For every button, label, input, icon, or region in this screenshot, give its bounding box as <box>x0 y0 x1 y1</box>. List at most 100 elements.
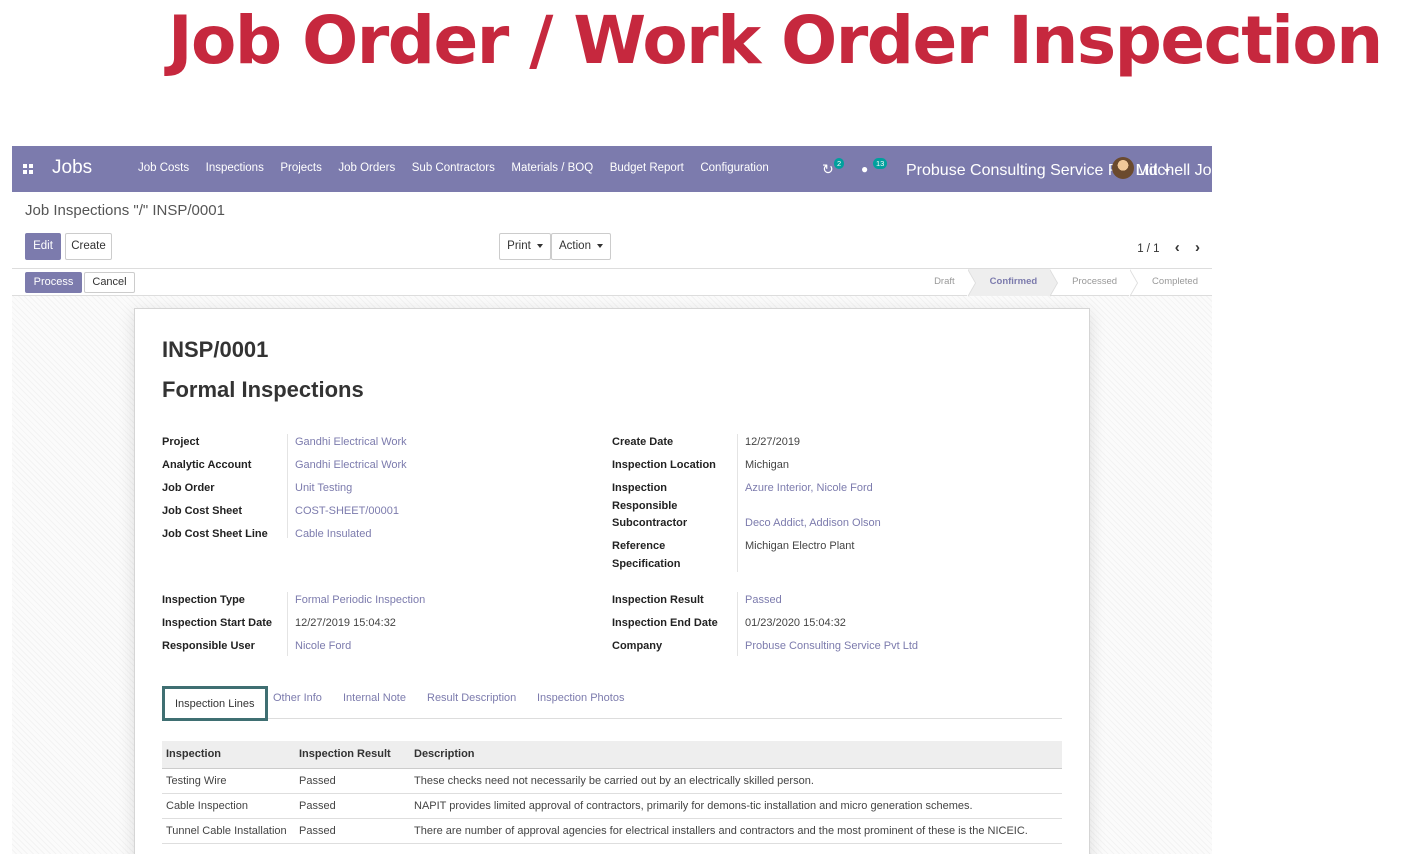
reference-specification-value[interactable]: Michigan Electro Plant <box>745 540 854 552</box>
field-divider <box>287 434 288 538</box>
hero-title: Job Order / Work Order Inspection <box>168 2 1383 79</box>
field-divider <box>287 592 288 656</box>
stage-draft[interactable]: Draft <box>912 269 976 297</box>
field-divider <box>737 592 738 656</box>
process-button[interactable]: Process <box>25 272 82 293</box>
table-header-row: Inspection Inspection Result Description <box>162 741 1062 769</box>
inspection-location-value[interactable]: Michigan <box>745 459 789 471</box>
inspection-responsible-label-1: Inspection <box>612 482 668 494</box>
inspection-type-label: Inspection Type <box>162 594 245 606</box>
top-navbar: Jobs Job Costs Inspections Projects Job … <box>12 146 1212 192</box>
menu-sub-contractors[interactable]: Sub Contractors <box>412 162 495 174</box>
stage-confirmed[interactable]: Confirmed <box>967 269 1059 297</box>
activity-badge: 2 <box>834 158 845 169</box>
subcontractor-value[interactable]: Deco Addict, Addison Olson <box>745 517 881 529</box>
activity-clock-icon: ↻ <box>822 161 834 177</box>
cell-description: NAPIT provides limited approval of contr… <box>410 793 1062 819</box>
job-cost-sheet-line-value[interactable]: Cable Insulated <box>295 528 371 540</box>
table-row[interactable]: Tunnel Cable Installation Passed There a… <box>162 818 1062 844</box>
inspection-end-date-label: Inspection End Date <box>612 617 718 629</box>
record-subtitle: Formal Inspections <box>162 377 364 402</box>
field-divider <box>737 434 738 572</box>
print-dropdown[interactable]: Print <box>499 233 551 260</box>
inspection-start-date-label: Inspection Start Date <box>162 617 273 629</box>
menu-job-orders[interactable]: Job Orders <box>338 162 395 174</box>
action-dropdown[interactable]: Action <box>551 233 611 260</box>
job-order-label: Job Order <box>162 482 215 494</box>
apps-menu-icon[interactable] <box>23 164 33 174</box>
analytic-account-label: Analytic Account <box>162 459 252 471</box>
create-button[interactable]: Create <box>65 233 112 260</box>
pager-value[interactable]: 1 / 1 <box>1137 243 1159 255</box>
job-cost-sheet-value[interactable]: COST-SHEET/00001 <box>295 505 399 517</box>
notebook-tabs: Inspection Lines Other Info Internal Not… <box>162 686 1062 721</box>
odoo-window: Jobs Job Costs Inspections Projects Job … <box>12 146 1212 854</box>
cell-inspection: Cable Inspection <box>162 793 295 819</box>
chat-bubble-icon: ● <box>861 162 869 176</box>
menu-inspections[interactable]: Inspections <box>206 162 264 174</box>
main-menu: Job Costs Inspections Projects Job Order… <box>138 162 785 174</box>
inspection-result-label: Inspection Result <box>612 594 704 606</box>
stage-completed[interactable]: Completed <box>1130 269 1212 296</box>
column-inspection-result[interactable]: Inspection Result <box>295 741 410 769</box>
table-row[interactable]: Testing Wire Passed These checks need no… <box>162 768 1062 794</box>
stage-pipeline: Draft Confirmed Processed Completed <box>912 269 1212 297</box>
inspection-result-value[interactable]: Passed <box>745 594 782 606</box>
tab-inspection-lines[interactable]: Inspection Lines <box>162 686 268 721</box>
inspection-responsible-label-2: Responsible <box>612 500 678 512</box>
create-date-value: 12/27/2019 <box>745 436 801 448</box>
chevron-right-icon[interactable]: › <box>1195 239 1200 256</box>
project-label: Project <box>162 436 200 448</box>
chevron-left-icon[interactable]: ‹ <box>1175 239 1180 256</box>
job-cost-sheet-label: Job Cost Sheet <box>162 505 243 517</box>
cell-inspection: Testing Wire <box>162 768 295 794</box>
cell-result: Passed <box>295 793 410 819</box>
user-menu[interactable]: Mitchell John <box>1136 162 1212 180</box>
subcontractor-label: Subcontractor <box>612 517 688 529</box>
analytic-account-value[interactable]: Gandhi Electrical Work <box>295 459 407 471</box>
responsible-user-value[interactable]: Nicole Ford <box>295 640 351 652</box>
menu-job-costs[interactable]: Job Costs <box>138 162 189 174</box>
column-inspection[interactable]: Inspection <box>162 741 295 769</box>
caret-down-icon <box>536 243 543 248</box>
project-value[interactable]: Gandhi Electrical Work <box>295 436 407 448</box>
column-description[interactable]: Description <box>410 741 1062 769</box>
company-value[interactable]: Probuse Consulting Service Pvt Ltd <box>745 640 918 652</box>
edit-button[interactable]: Edit <box>25 233 61 260</box>
company-label: Company <box>612 640 663 652</box>
menu-budget-report[interactable]: Budget Report <box>610 162 684 174</box>
messages-badge: 13 <box>873 158 888 169</box>
cell-inspection: Tunnel Cable Installation <box>162 818 295 844</box>
inspection-responsible-value[interactable]: Azure Interior, Nicole Ford <box>745 482 873 494</box>
menu-projects[interactable]: Projects <box>280 162 322 174</box>
table-row[interactable]: Cable Inspection Passed NAPIT provides l… <box>162 793 1062 819</box>
tab-internal-note[interactable]: Internal Note <box>343 692 406 704</box>
cell-description: These checks need not necessarily be car… <box>410 768 1062 794</box>
tab-inspection-photos[interactable]: Inspection Photos <box>537 692 624 704</box>
inspection-lines-table: Inspection Inspection Result Description… <box>162 741 1062 844</box>
inspection-type-value[interactable]: Formal Periodic Inspection <box>295 594 425 606</box>
tab-result-description[interactable]: Result Description <box>427 692 516 704</box>
form-background: INSP/0001 Formal Inspections Project Gan… <box>12 296 1212 854</box>
print-label: Print <box>507 240 531 252</box>
job-order-value[interactable]: Unit Testing <box>295 482 352 494</box>
menu-materials-boq[interactable]: Materials / BOQ <box>511 162 593 174</box>
breadcrumb[interactable]: Job Inspections "/" INSP/0001 <box>25 202 225 219</box>
action-label: Action <box>559 240 591 252</box>
record-name: INSP/0001 <box>162 337 269 362</box>
tab-other-info[interactable]: Other Info <box>273 692 322 704</box>
inspection-location-label: Inspection Location <box>612 459 716 471</box>
cancel-button[interactable]: Cancel <box>84 272 135 293</box>
user-avatar[interactable] <box>1112 157 1134 179</box>
menu-configuration[interactable]: Configuration <box>700 162 768 174</box>
responsible-user-label: Responsible User <box>162 640 255 652</box>
cell-description: There are number of approval agencies fo… <box>410 818 1062 844</box>
inspection-end-date-value[interactable]: 01/23/2020 15:04:32 <box>745 617 846 629</box>
cell-result: Passed <box>295 818 410 844</box>
user-name: Mitchell John <box>1136 162 1212 179</box>
app-brand[interactable]: Jobs <box>52 157 92 179</box>
inspection-start-date-value[interactable]: 12/27/2019 15:04:32 <box>295 617 396 629</box>
reference-specification-label-1: Reference <box>612 540 666 552</box>
reference-specification-label-2: Specification <box>612 558 681 570</box>
stage-processed[interactable]: Processed <box>1050 269 1139 297</box>
